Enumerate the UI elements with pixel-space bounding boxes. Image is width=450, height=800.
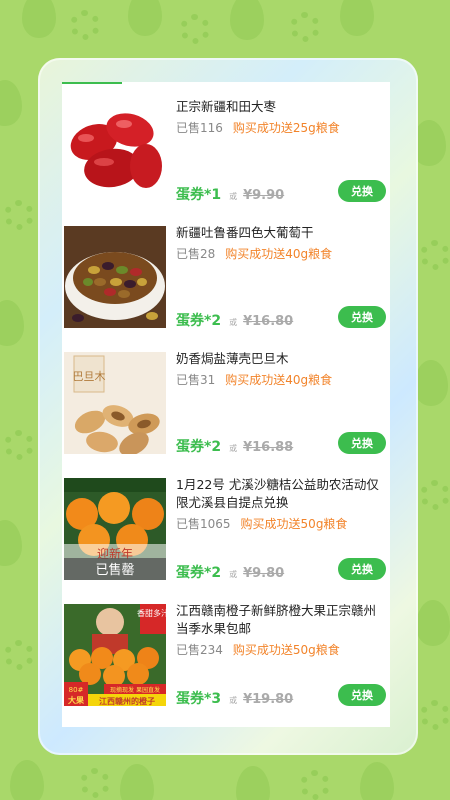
gear-pattern-icon: [420, 480, 450, 510]
or-label: 或: [229, 444, 238, 453]
gear-pattern-icon: [4, 430, 34, 460]
product-item[interactable]: 巴旦木 奶香焗盐薄壳巴旦木 已售31 购买成功送40g粮食 蛋券*2 或 ¥16.…: [62, 334, 390, 460]
egg-pattern-icon: [236, 766, 270, 800]
coupon-price: 蛋券*3: [176, 691, 222, 707]
thumb-tag: 香甜多汁: [137, 608, 166, 618]
product-meta: 已售1065 购买成功送50g粮食: [176, 516, 347, 532]
gear-pattern-icon: [4, 200, 34, 230]
coupon-price: 蛋券*2: [176, 439, 222, 455]
price-row: 蛋券*2 或 ¥16.88: [176, 436, 293, 456]
gear-pattern-icon: [290, 12, 320, 42]
product-meta: 已售31 购买成功送40g粮食: [176, 372, 332, 388]
product-list: 正宗新疆和田大枣 已售116 购买成功送25g粮食 蛋券*1 或 ¥9.90 兑换: [62, 82, 390, 727]
product-title: 1月22号 尤溪沙糖桔公益助农活动仅限尤溪县自提点兑换: [176, 477, 379, 510]
redeem-button[interactable]: 兑换: [338, 684, 386, 706]
product-image-mandarins[interactable]: 迎新年 已售罄: [64, 478, 166, 580]
coupon-price: 蛋券*1: [176, 187, 222, 203]
product-meta: 已售28 购买成功送40g粮食: [176, 246, 332, 262]
egg-pattern-icon: [0, 300, 24, 346]
egg-pattern-icon: [128, 0, 162, 36]
bonus-text: 购买成功送50g粮食: [240, 517, 348, 531]
or-label: 或: [229, 696, 238, 705]
bonus-text: 购买成功送40g粮食: [225, 373, 333, 387]
egg-pattern-icon: [22, 0, 56, 38]
bonus-text: 购买成功送40g粮食: [225, 247, 333, 261]
bonus-text: 购买成功送50g粮食: [232, 643, 340, 657]
egg-pattern-icon: [416, 600, 450, 646]
gear-pattern-icon: [300, 770, 330, 800]
product-title: 新疆吐鲁番四色大葡萄干: [176, 225, 314, 240]
original-price: ¥16.88: [243, 440, 294, 455]
redeem-button[interactable]: 兑换: [338, 180, 386, 202]
gear-pattern-icon: [420, 700, 450, 730]
thumb-size: 80#: [69, 686, 84, 694]
price-row: 蛋券*1 或 ¥9.90: [176, 184, 284, 204]
egg-pattern-icon: [0, 520, 22, 566]
original-price: ¥16.80: [243, 314, 294, 329]
coupon-price: 蛋券*2: [176, 313, 222, 329]
coupon-price: 蛋券*2: [176, 565, 222, 581]
egg-pattern-icon: [230, 0, 264, 40]
sold-count: 已售28: [176, 247, 216, 261]
original-price: ¥19.80: [243, 692, 294, 707]
product-meta: 已售234 购买成功送50g粮食: [176, 642, 340, 658]
egg-pattern-icon: [0, 80, 22, 126]
product-item[interactable]: 正宗新疆和田大枣 已售116 购买成功送25g粮食 蛋券*1 或 ¥9.90 兑换: [62, 82, 390, 208]
bonus-text: 购买成功送25g粮食: [232, 121, 340, 135]
sold-out-overlay: 已售罄: [95, 562, 134, 578]
original-price: ¥9.80: [243, 566, 285, 581]
egg-pattern-icon: [10, 760, 44, 800]
thumb-big: 大果: [68, 695, 84, 705]
sold-count: 已售1065: [176, 517, 231, 531]
product-image-raisins[interactable]: [64, 226, 166, 328]
product-title: 正宗新疆和田大枣: [176, 99, 277, 114]
product-title: 奶香焗盐薄壳巴旦木: [176, 351, 289, 366]
price-row: 蛋券*3 或 ¥19.80: [176, 688, 293, 708]
or-label: 或: [229, 318, 238, 327]
redeem-button[interactable]: 兑换: [338, 306, 386, 328]
price-row: 蛋券*2 或 ¥16.80: [176, 310, 293, 330]
gear-pattern-icon: [70, 10, 100, 40]
product-meta: 已售116 购买成功送25g粮食: [176, 120, 340, 136]
price-row: 蛋券*2 或 ¥9.80: [176, 562, 284, 582]
sold-count: 已售31: [176, 373, 216, 387]
redeem-button[interactable]: 兑换: [338, 432, 386, 454]
product-item[interactable]: 迎新年 已售罄 1月22号 尤溪沙糖桔公益助农活动仅限尤溪县自提点兑换 已售10…: [62, 460, 390, 586]
product-image-oranges[interactable]: 香甜多汁 80# 大果 现摘现发 果园直发 江西赣州的橙子: [64, 604, 166, 706]
or-label: 或: [229, 570, 238, 579]
egg-pattern-icon: [340, 0, 374, 36]
egg-pattern-icon: [120, 764, 154, 800]
thumb-label: 巴旦木: [73, 370, 106, 383]
egg-pattern-icon: [414, 360, 448, 406]
original-price: ¥9.90: [243, 188, 285, 203]
product-item[interactable]: 香甜多汁 80# 大果 现摘现发 果园直发 江西赣州的橙子 江西赣南橙子新鲜脐橙…: [62, 586, 390, 712]
gear-pattern-icon: [80, 768, 110, 798]
gear-pattern-icon: [180, 14, 210, 44]
sold-count: 已售116: [176, 121, 223, 135]
product-title: 江西赣南橙子新鲜脐橙大果正宗赣州当季水果包邮: [176, 603, 377, 636]
thumb-banner: 江西赣州的橙子: [99, 696, 155, 706]
gear-pattern-icon: [420, 240, 450, 270]
egg-pattern-icon: [360, 762, 394, 800]
or-label: 或: [229, 192, 238, 201]
product-image-red-dates[interactable]: [64, 100, 166, 202]
thumb-ribbon: 现摘现发 果园直发: [110, 686, 160, 694]
product-item[interactable]: 新疆吐鲁番四色大葡萄干 已售28 购买成功送40g粮食 蛋券*2 或 ¥16.80…: [62, 208, 390, 334]
gear-pattern-icon: [4, 640, 34, 670]
sold-count: 已售234: [176, 643, 223, 657]
product-image-almonds[interactable]: 巴旦木: [64, 352, 166, 454]
redeem-button[interactable]: 兑换: [338, 558, 386, 580]
